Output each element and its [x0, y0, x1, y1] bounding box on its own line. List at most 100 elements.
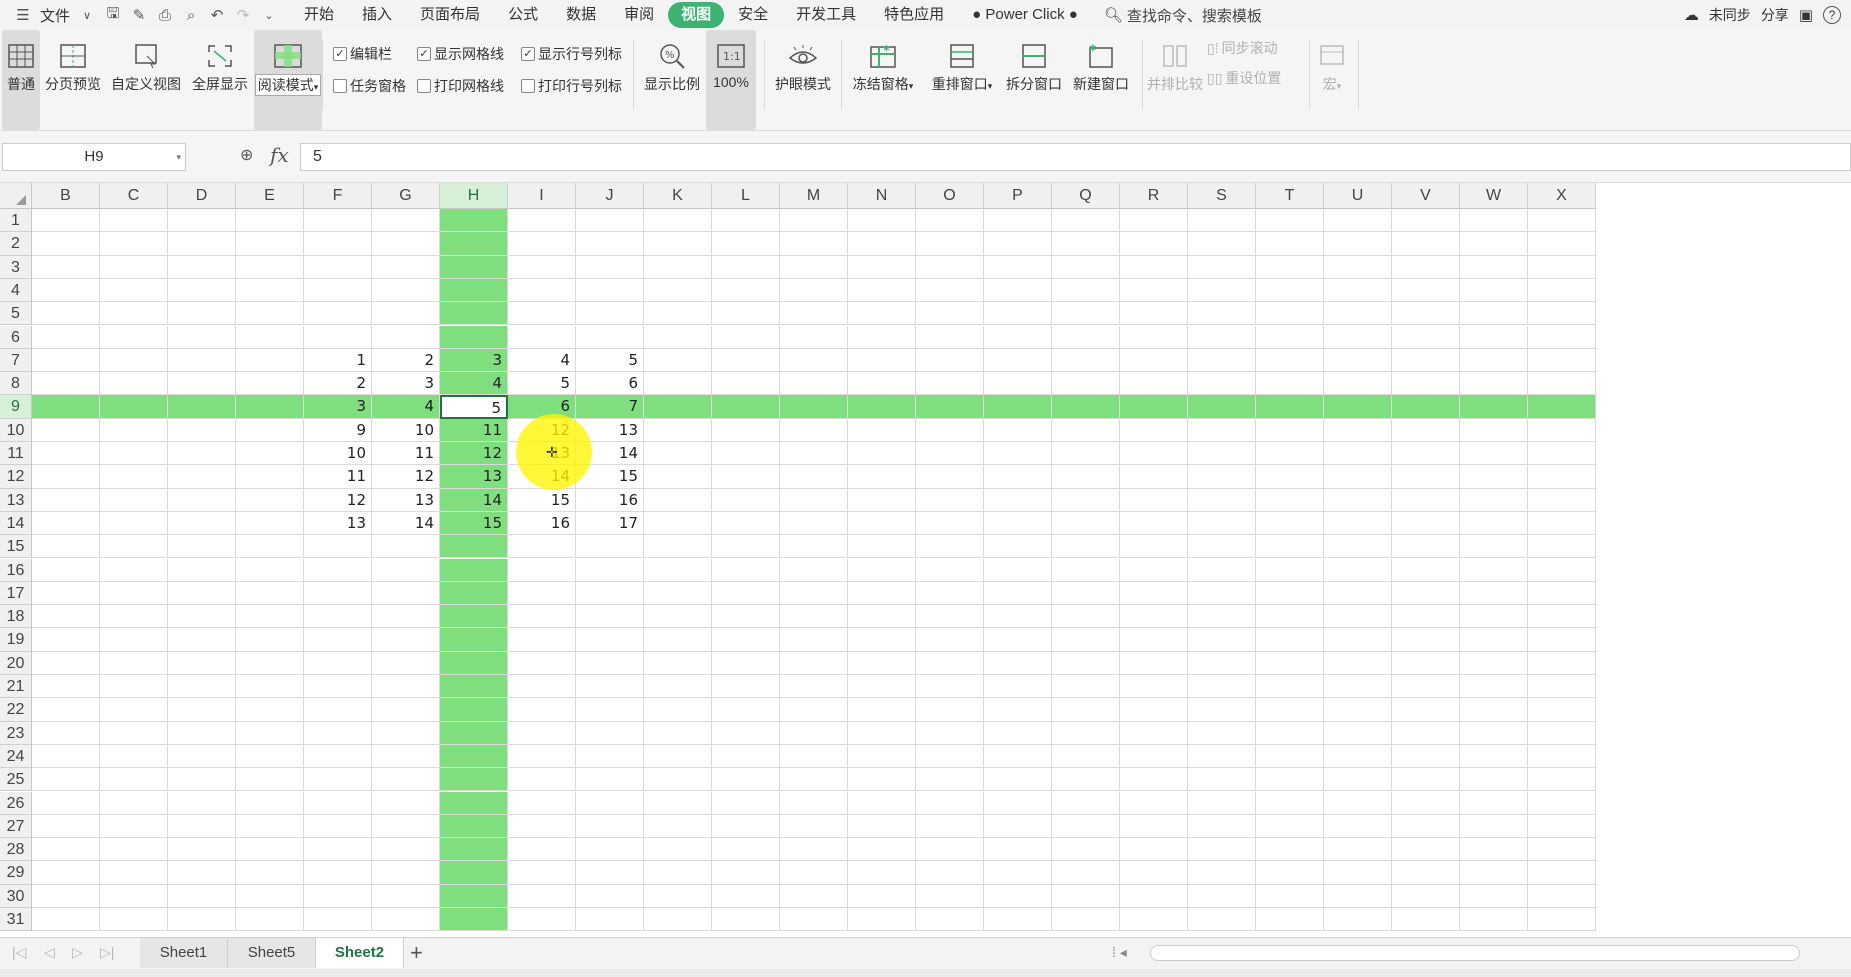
cell-D21[interactable] [168, 675, 236, 699]
cell-G31[interactable] [372, 908, 440, 932]
row-header-3[interactable]: 3 [0, 255, 32, 279]
cell-W17[interactable] [1460, 581, 1528, 606]
cell-C9[interactable] [100, 395, 168, 419]
cell-S4[interactable] [1188, 278, 1256, 303]
cell-I26[interactable] [508, 791, 576, 815]
cell-V3[interactable] [1392, 255, 1460, 279]
cell-R31[interactable] [1120, 908, 1188, 932]
cell-V1[interactable] [1392, 209, 1460, 233]
cell-P7[interactable] [984, 348, 1052, 373]
cell-O6[interactable] [916, 325, 984, 349]
cell-S26[interactable] [1188, 791, 1256, 815]
row-header-1[interactable]: 1 [0, 209, 32, 233]
cell-H4[interactable] [440, 278, 508, 303]
column-header-X[interactable]: X [1528, 183, 1596, 209]
cell-E8[interactable] [236, 372, 304, 396]
cell-O17[interactable] [916, 581, 984, 606]
cell-F11[interactable]: 10 [304, 442, 372, 466]
cell-C3[interactable] [100, 255, 168, 279]
column-header-T[interactable]: T [1256, 183, 1324, 209]
cell-R25[interactable] [1120, 768, 1188, 792]
cell-V19[interactable] [1392, 628, 1460, 652]
cell-L8[interactable] [712, 372, 780, 396]
cell-P13[interactable] [984, 488, 1052, 512]
cell-V28[interactable] [1392, 838, 1460, 862]
cell-L27[interactable] [712, 814, 780, 839]
cell-M28[interactable] [780, 838, 848, 862]
cell-J5[interactable] [576, 302, 644, 326]
cell-F12[interactable]: 11 [304, 465, 372, 489]
cell-D17[interactable] [168, 581, 236, 606]
cell-B16[interactable] [32, 558, 100, 582]
cell-S5[interactable] [1188, 302, 1256, 326]
cell-Q12[interactable] [1052, 465, 1120, 489]
cell-O4[interactable] [916, 278, 984, 303]
cell-S9[interactable] [1188, 395, 1256, 419]
cell-J29[interactable] [576, 861, 644, 885]
cell-R19[interactable] [1120, 628, 1188, 652]
cell-J7[interactable]: 5 [576, 348, 644, 373]
cell-O24[interactable] [916, 744, 984, 769]
cell-T22[interactable] [1256, 698, 1324, 722]
cell-D2[interactable] [168, 232, 236, 256]
cell-I9[interactable]: 6 [508, 395, 576, 419]
cell-N2[interactable] [848, 232, 916, 256]
cell-R16[interactable] [1120, 558, 1188, 582]
cell-B12[interactable] [32, 465, 100, 489]
cell-T14[interactable] [1256, 511, 1324, 536]
cell-P28[interactable] [984, 838, 1052, 862]
row-header-19[interactable]: 19 [0, 628, 32, 652]
eye-protection-button[interactable]: 护眼模式 [765, 30, 841, 130]
cell-O18[interactable] [916, 605, 984, 629]
cell-B29[interactable] [32, 861, 100, 885]
freeze-panes-button[interactable]: ✱ 冻结窗格▾ [842, 30, 924, 130]
column-header-P[interactable]: P [984, 183, 1052, 209]
split-window-button[interactable]: 拆分窗口 [1000, 30, 1068, 130]
cell-E5[interactable] [236, 302, 304, 326]
cell-I2[interactable] [508, 232, 576, 256]
cell-V2[interactable] [1392, 232, 1460, 256]
formula-input[interactable]: 5 [300, 143, 1851, 171]
cell-F4[interactable] [304, 278, 372, 303]
cell-X21[interactable] [1528, 675, 1596, 699]
cell-R1[interactable] [1120, 209, 1188, 233]
cell-B30[interactable] [32, 884, 100, 908]
cell-W8[interactable] [1460, 372, 1528, 396]
cell-H28[interactable] [440, 838, 508, 862]
cell-U3[interactable] [1324, 255, 1392, 279]
cell-F3[interactable] [304, 255, 372, 279]
cell-K12[interactable] [644, 465, 712, 489]
cell-I19[interactable] [508, 628, 576, 652]
cell-W21[interactable] [1460, 675, 1528, 699]
cell-R10[interactable] [1120, 418, 1188, 442]
cell-F6[interactable] [304, 325, 372, 349]
cell-C28[interactable] [100, 838, 168, 862]
cell-C24[interactable] [100, 744, 168, 769]
chevron-down-icon[interactable]: ∨ [74, 0, 100, 30]
cell-M10[interactable] [780, 418, 848, 442]
cell-V10[interactable] [1392, 418, 1460, 442]
cell-U16[interactable] [1324, 558, 1392, 582]
cell-S3[interactable] [1188, 255, 1256, 279]
cell-Q3[interactable] [1052, 255, 1120, 279]
cell-M24[interactable] [780, 744, 848, 769]
cell-X14[interactable] [1528, 511, 1596, 536]
cell-I27[interactable] [508, 814, 576, 839]
cell-N8[interactable] [848, 372, 916, 396]
cell-X8[interactable] [1528, 372, 1596, 396]
cell-R6[interactable] [1120, 325, 1188, 349]
print-preview-icon[interactable]: ⌕ [178, 0, 204, 30]
cell-Q6[interactable] [1052, 325, 1120, 349]
column-header-H[interactable]: H [440, 183, 508, 209]
cell-I6[interactable] [508, 325, 576, 349]
reading-mode-button[interactable]: 阅读模式▾ [254, 30, 322, 130]
cell-H29[interactable] [440, 861, 508, 885]
cell-B20[interactable] [32, 651, 100, 675]
cell-C31[interactable] [100, 908, 168, 932]
cell-F10[interactable]: 9 [304, 418, 372, 442]
cell-V17[interactable] [1392, 581, 1460, 606]
cell-H9[interactable]: 5 [440, 395, 508, 419]
cell-U17[interactable] [1324, 581, 1392, 606]
cell-W4[interactable] [1460, 278, 1528, 303]
cell-N4[interactable] [848, 278, 916, 303]
